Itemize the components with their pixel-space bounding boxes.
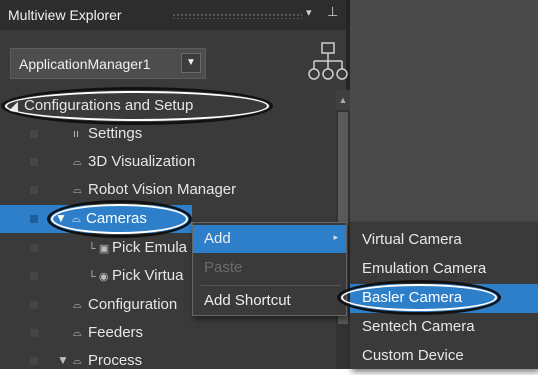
submenu-item-sentech-camera[interactable]: Sentech Camera	[350, 313, 538, 342]
menu-item-label: Paste	[204, 259, 243, 276]
tree-item-label: Pick Virtua	[112, 267, 184, 284]
tree-item-process[interactable]: ▼ ⌓ Process	[0, 347, 336, 375]
application-selector-dropdown-button[interactable]: ▼	[181, 53, 201, 73]
context-menu: Add ▸ Paste Add Shortcut	[192, 222, 347, 316]
tree-item-label: Pick Emula	[112, 239, 188, 256]
node-marker	[30, 158, 38, 166]
submenu-item-label: Emulation Camera	[362, 260, 487, 277]
folder-icon: ⌓	[73, 327, 82, 339]
annotation-ellipse-cameras	[47, 200, 192, 238]
panel-title: Multiview Explorer	[8, 7, 122, 23]
application-selector-value: ApplicationManager1	[19, 56, 151, 72]
annotation-ellipse-inner	[5, 91, 269, 121]
node-marker	[30, 130, 38, 138]
menu-item-label: Add Shortcut	[204, 292, 291, 309]
scroll-up-icon[interactable]: ▲	[336, 90, 350, 110]
tree-item-label: Settings	[88, 125, 143, 142]
node-marker	[30, 186, 38, 194]
tree-item-label: Robot Vision Manager	[88, 181, 237, 198]
menu-item-add[interactable]: Add ▸	[193, 225, 346, 253]
tree-item-label: Configuration	[88, 296, 178, 313]
menu-item-label: Add	[204, 230, 231, 247]
tree-item-3d-visualization[interactable]: ⌓ 3D Visualization	[0, 148, 336, 176]
tree-item-label: Feeders	[88, 324, 144, 341]
collapse-triangle-icon[interactable]: ▼	[57, 353, 69, 367]
folder-icon: ⌓	[73, 355, 82, 367]
menu-item-paste[interactable]: Paste	[193, 254, 346, 282]
annotation-ellipse-configurations	[1, 87, 273, 125]
tree-item-label: Process	[88, 352, 143, 369]
annotation-ellipse-inner	[51, 204, 188, 234]
node-marker	[30, 301, 38, 309]
folder-icon: ⌓	[73, 184, 82, 196]
tree-item-feeders[interactable]: ⌓ Feeders	[0, 319, 336, 347]
annotation-ellipse-basler	[337, 280, 501, 315]
annotation-ellipse-inner	[341, 284, 497, 311]
camera-icon: └ ▣	[88, 243, 110, 255]
submenu-item-label: Virtual Camera	[362, 231, 462, 248]
node-marker	[30, 244, 38, 252]
submenu-item-emulation-camera[interactable]: Emulation Camera	[350, 255, 538, 284]
pin-icon[interactable]: ⊥	[327, 4, 338, 20]
submenu-item-virtual-camera[interactable]: Virtual Camera	[350, 226, 538, 255]
title-grip[interactable]	[172, 13, 302, 19]
hierarchy-view-icon[interactable]	[306, 41, 350, 85]
node-marker	[30, 329, 38, 337]
node-marker	[30, 357, 38, 365]
folder-icon: ⌓	[73, 299, 82, 311]
chevron-down-icon[interactable]: ▾	[306, 6, 312, 19]
menu-separator	[201, 285, 341, 286]
submenu-item-label: Sentech Camera	[362, 318, 475, 335]
tree-item-robot-vision-manager[interactable]: ⌓ Robot Vision Manager	[0, 176, 336, 204]
submenu-arrow-icon: ▸	[333, 232, 338, 242]
settings-icon: ıı	[73, 128, 80, 140]
menu-item-add-shortcut[interactable]: Add Shortcut	[193, 287, 346, 315]
application-selector[interactable]: ApplicationManager1 ▼	[10, 48, 206, 79]
chevron-down-icon: ▼	[186, 57, 196, 68]
camera-icon: └ ◉	[88, 271, 109, 283]
submenu-item-custom-device[interactable]: Custom Device	[350, 342, 538, 371]
submenu-item-label: Custom Device	[362, 347, 464, 364]
node-marker	[30, 215, 38, 223]
node-marker	[30, 272, 38, 280]
panel-title-bar: Multiview Explorer ▾ ⊥	[0, 0, 346, 30]
tree-item-label: 3D Visualization	[88, 153, 196, 170]
folder-icon: ⌓	[73, 156, 82, 168]
